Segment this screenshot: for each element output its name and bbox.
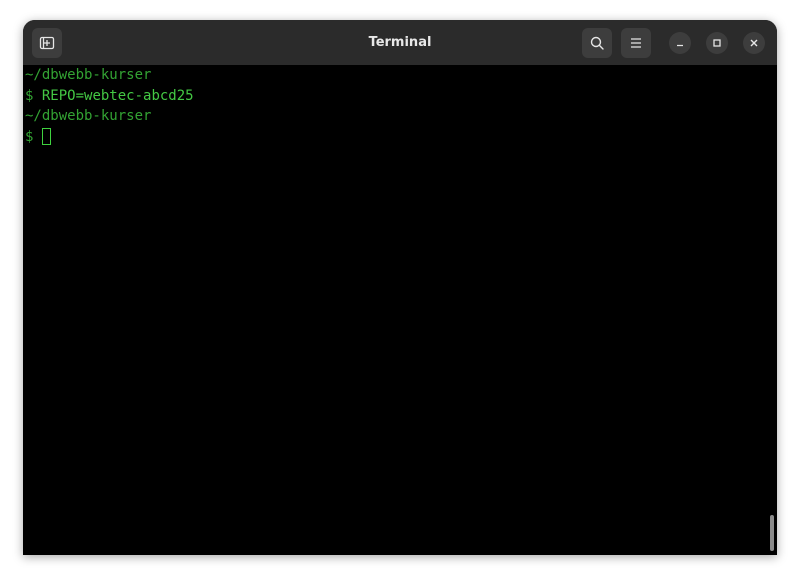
minimize-button[interactable] xyxy=(669,32,691,54)
terminal-line-cwd: ~/dbwebb-kurser xyxy=(25,108,152,124)
window-title: Terminal xyxy=(368,35,432,50)
maximize-button[interactable] xyxy=(706,32,728,54)
new-tab-icon xyxy=(39,36,55,50)
terminal-output[interactable]: ~/dbwebb-kurser $ REPO=webtec-abcd25 ~/d… xyxy=(23,65,777,555)
search-button[interactable] xyxy=(582,28,612,58)
hamburger-menu-icon xyxy=(631,38,641,48)
terminal-line-command: $ REPO=webtec-abcd25 xyxy=(23,86,777,107)
search-icon xyxy=(590,36,604,50)
command-text: REPO=webtec-abcd25 xyxy=(41,87,194,104)
prompt-symbol: $ xyxy=(25,87,34,104)
new-tab-button[interactable] xyxy=(32,28,62,58)
close-icon xyxy=(750,39,758,47)
terminal-line-cwd: ~/dbwebb-kurser xyxy=(25,67,152,83)
terminal-line-prompt: $ xyxy=(23,127,777,148)
prompt-symbol: $ xyxy=(25,128,34,145)
text-cursor xyxy=(41,128,51,145)
minimize-icon xyxy=(677,44,683,47)
header-bar: Terminal xyxy=(23,20,777,65)
maximize-icon xyxy=(713,39,721,47)
main-menu-button[interactable] xyxy=(621,28,651,58)
scrollbar[interactable] xyxy=(770,515,774,551)
close-button[interactable] xyxy=(743,32,765,54)
terminal-window: Terminal ~/dbwebb-kurser $ REPO=webtec-a… xyxy=(23,20,777,555)
